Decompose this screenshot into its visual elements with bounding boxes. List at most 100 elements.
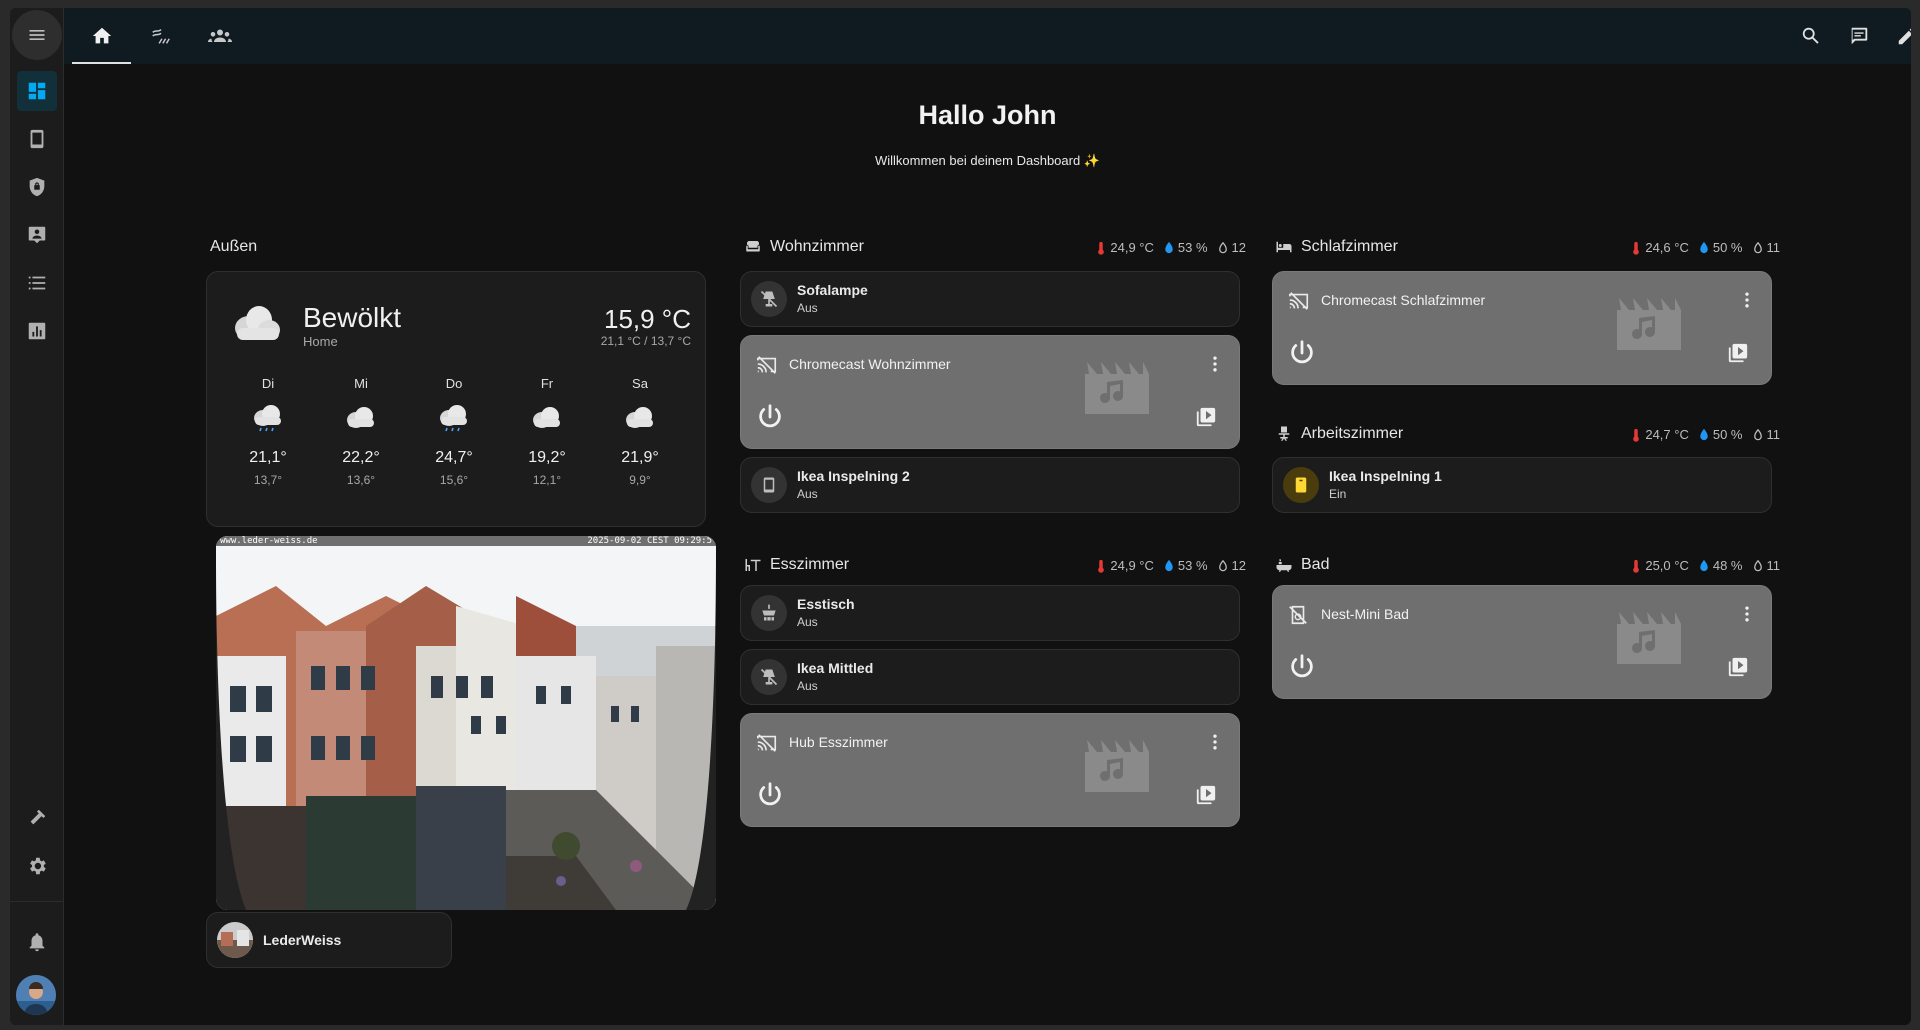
tab-weather[interactable] [131,8,190,64]
air-quality-sensor[interactable]: 11 [1753,240,1780,255]
sidebar-item-notifications[interactable] [17,922,57,962]
humidity-sensor[interactable]: 48 % [1699,558,1743,573]
playlist-play-icon[interactable] [1727,342,1749,364]
user-avatar[interactable] [16,975,56,1015]
power-icon[interactable] [1287,652,1317,682]
sidebar-item-contacts[interactable] [17,215,57,255]
light-tile-esstisch[interactable]: Esstisch Aus [740,585,1240,641]
tile-state: Aus [797,679,818,693]
cloud-icon [533,407,560,428]
edit-button[interactable] [1891,20,1911,52]
tile-name: Ikea Inspelning 1 [1329,468,1442,484]
esszimmer-sensors: 24,9 °C 53 % 12 [970,558,1246,573]
weather-condition: Bewölkt [303,302,402,333]
search-button[interactable] [1795,20,1827,52]
more-vert-icon[interactable] [1205,732,1225,752]
air-quality-sensor[interactable]: 12 [1218,558,1246,573]
forecast-day: Sa 21,9° 9,9° [605,376,675,487]
air-quality-sensor[interactable]: 11 [1753,558,1780,573]
weather-card[interactable]: Bewölkt Home 15,9 °C 21,1 °C / 13,7 °C D… [206,271,706,527]
media-player-nest-mini-bad[interactable]: Nest-Mini Bad [1272,585,1772,699]
lamp-off-icon [751,281,787,317]
power-icon[interactable] [1287,338,1317,368]
tile-state: Aus [797,301,818,315]
sidebar-item-tablet[interactable] [17,119,57,159]
bed-icon [1276,241,1292,253]
humidity-sensor[interactable]: 53 % [1164,558,1208,573]
person-photo [217,922,253,958]
sidebar-item-list[interactable] [17,263,57,303]
sidebar-item-history[interactable] [17,311,57,351]
tab-people[interactable] [190,8,249,64]
section-title-esszimmer: Esszimmer [744,556,849,574]
temperature-sensor[interactable]: 24,7 °C [1631,427,1689,442]
page-subtitle: Willkommen bei deinem Dashboard ✨ [875,153,1100,168]
tile-name: Ikea Mittled [797,660,874,676]
media-player-hub-esszimmer[interactable]: Hub Esszimmer [740,713,1240,827]
sidebar-divider [10,901,64,902]
forecast-high: 21,1° [249,449,287,466]
air-quality-value: 12 [1231,558,1246,573]
list-icon [28,276,46,290]
tile-state: Ein [1329,487,1347,501]
humidity-sensor[interactable]: 50 % [1699,240,1743,255]
playlist-play-icon[interactable] [1195,406,1217,428]
more-vert-icon[interactable] [1737,604,1757,624]
temperature-value: 24,9 °C [1110,240,1154,255]
cast-off-icon [757,734,777,752]
more-vert-icon[interactable] [1737,290,1757,310]
sidebar-item-developer-tools[interactable] [17,798,57,838]
sidebar-item-security[interactable] [17,167,57,207]
person-card[interactable]: LederWeiss [206,912,452,968]
page-title: Hallo John [918,100,1057,130]
top-bar [64,8,1911,64]
playlist-play-icon[interactable] [1727,656,1749,678]
temperature-sensor[interactable]: 24,9 °C [1096,558,1154,573]
forecast-low: 13,7° [253,473,283,487]
power-icon[interactable] [755,402,785,432]
person-avatar [217,922,253,958]
light-tile-ikea-mittled[interactable]: Ikea Mittled Aus [740,649,1240,705]
tab-home[interactable] [72,8,131,64]
hamburger-icon [29,30,45,40]
water-drop-icon [1700,559,1708,572]
air-quality-sensor[interactable]: 11 [1753,427,1780,442]
humidity-sensor[interactable]: 53 % [1164,240,1208,255]
forecast-day: Do 24,7° 15,6° [419,376,489,487]
sidebar [10,8,64,1025]
temperature-sensor[interactable]: 24,6 °C [1631,240,1689,255]
desk-chair-icon [1278,426,1290,441]
forecast-low: 12,1° [532,473,562,487]
sidebar-item-settings[interactable] [17,846,57,886]
assist-button[interactable] [1843,20,1875,52]
chart-icon [28,322,46,340]
temperature-sensor[interactable]: 24,9 °C [1096,240,1154,255]
tablet-on-icon [1283,467,1319,503]
water-drop-icon [1700,241,1708,254]
media-player-chromecast-wohnzimmer[interactable]: Chromecast Wohnzimmer [740,335,1240,449]
camera-feed[interactable]: www.leder-weiss.de 2025-09-02 CEST 09:29… [216,536,716,910]
device-tile-ikea-inspelning-2[interactable]: Ikea Inspelning 2 Aus [740,457,1240,513]
media-player-chromecast-schlafzimmer[interactable]: Chromecast Schlafzimmer [1272,271,1772,385]
menu-button[interactable] [12,10,62,60]
wohnzimmer-sensors: 24,9 °C 53 % 12 [970,240,1246,255]
light-tile-sofalampe[interactable]: Sofalampe Aus [740,271,1240,327]
humidity-value: 48 % [1712,558,1743,573]
cloud-icon [347,407,374,428]
media-player-name: Chromecast Wohnzimmer [789,356,951,372]
humidity-sensor[interactable]: 50 % [1699,427,1743,442]
temperature-sensor[interactable]: 25,0 °C [1631,558,1689,573]
playlist-play-icon[interactable] [1195,784,1217,806]
temperature-value: 24,6 °C [1645,240,1689,255]
air-quality-sensor[interactable]: 12 [1218,240,1246,255]
forecast-day-label: Do [445,376,463,391]
section-label: Schlafzimmer [1301,238,1398,255]
more-vert-icon[interactable] [1205,354,1225,374]
media-player-name: Chromecast Schlafzimmer [1321,292,1486,308]
power-icon[interactable] [755,780,785,810]
section-title-wohnzimmer: Wohnzimmer [744,238,864,256]
temperature-value: 24,7 °C [1645,427,1689,442]
forecast-day: Fr 19,2° 12,1° [512,376,582,487]
device-tile-ikea-inspelning-1[interactable]: Ikea Inspelning 1 Ein [1272,457,1772,513]
sidebar-item-overview[interactable] [17,71,57,111]
